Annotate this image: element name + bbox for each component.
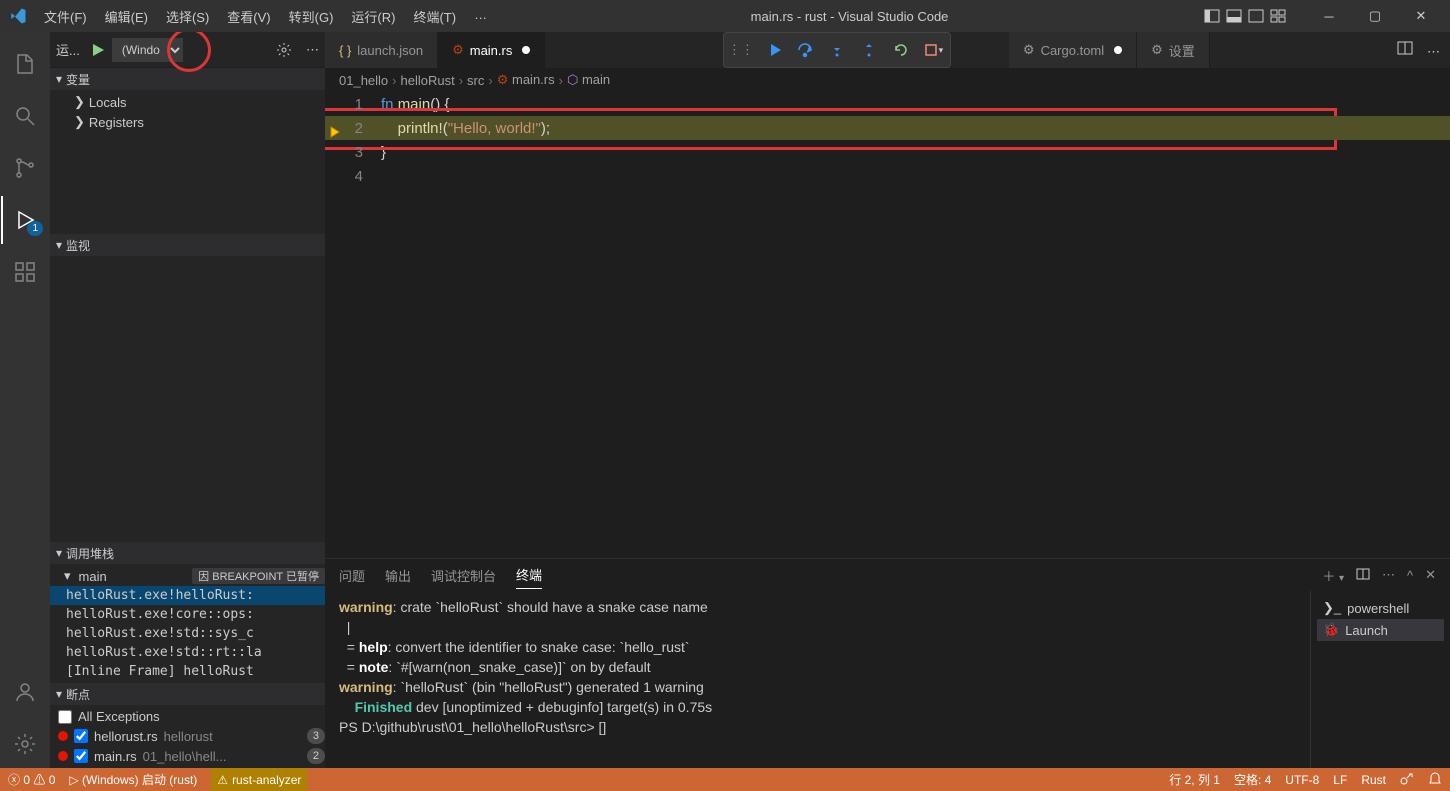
indent-status[interactable]: 空格: 4 (1234, 771, 1271, 788)
menu-item[interactable]: 编辑(E) (97, 3, 156, 30)
menu-item[interactable]: 选择(S) (158, 3, 217, 30)
pause-reason: 因 BREAKPOINT 已暂停 (192, 568, 325, 584)
cursor-position[interactable]: 行 2, 列 1 (1169, 771, 1220, 788)
split-terminal-icon[interactable] (1356, 567, 1370, 584)
menu-item[interactable]: … (466, 3, 495, 30)
breakpoint-item[interactable]: main.rs01_hello\hell...2 (50, 746, 325, 766)
editor-group: { }launch.json⚙main.rs ⋮⋮ ▾ ⚙Cargo.toml⚙… (325, 32, 1450, 768)
terminal-list: ❯_powershell🐞Launch (1310, 591, 1450, 768)
start-debug-button[interactable] (90, 42, 106, 58)
thread-item[interactable]: ▾ main 因 BREAKPOINT 已暂停 (50, 566, 325, 586)
restart-button[interactable] (888, 37, 914, 63)
source-control-icon[interactable] (1, 144, 49, 192)
extensions-icon[interactable] (1, 248, 49, 296)
editor-tab[interactable]: ⚙Cargo.toml (1009, 32, 1137, 68)
menu-item[interactable]: 终端(T) (405, 3, 464, 30)
menu-item[interactable]: 文件(F) (36, 3, 95, 30)
status-bar: ⓧ 0 ⚠ 0 ▷ (Windows) 启动 (rust) ⚠ rust-ana… (0, 768, 1450, 791)
watch-section[interactable]: ▾ 监视 (50, 234, 325, 256)
variables-section[interactable]: ▾ 变量 (50, 68, 325, 90)
drag-handle-icon[interactable]: ⋮⋮ (728, 42, 754, 58)
feedback-icon[interactable] (1400, 771, 1414, 788)
step-over-button[interactable] (792, 37, 818, 63)
window-title: main.rs - rust - Visual Studio Code (495, 9, 1204, 24)
activity-bar: 1 (0, 32, 50, 768)
layout-icon[interactable] (1270, 8, 1286, 24)
settings-icon[interactable] (1, 720, 49, 768)
menu-item[interactable]: 运行(R) (343, 3, 403, 30)
registers-item[interactable]: ❯ Registers (50, 112, 325, 132)
panel-left-icon[interactable] (1204, 8, 1220, 24)
debug-config-toolbar: 运... (Windo ⋯ (50, 32, 325, 68)
vscode-logo (0, 7, 36, 25)
continue-button[interactable] (760, 37, 786, 63)
editor-tab[interactable]: ⚙设置 (1137, 32, 1210, 68)
step-out-button[interactable] (856, 37, 882, 63)
debug-sidebar: 运... (Windo ⋯ ▾ 变量 ❯ Locals ❯ Registers … (50, 32, 325, 768)
gear-icon[interactable] (276, 42, 292, 58)
minimize-button[interactable]: ─ (1306, 1, 1352, 31)
close-button[interactable]: ✕ (1398, 1, 1444, 31)
menu-item[interactable]: 查看(V) (219, 3, 278, 30)
panel-tab[interactable]: 调试控制台 (431, 562, 496, 589)
panel-tab[interactable]: 终端 (516, 561, 542, 589)
layout-controls (1204, 8, 1286, 24)
debug-float-toolbar: ⋮⋮ ▾ (723, 32, 951, 68)
stack-frame[interactable]: helloRust.exe!helloRust: (50, 586, 325, 605)
errors-status[interactable]: ⓧ 0 ⚠ 0 (8, 771, 55, 788)
stop-button[interactable]: ▾ (920, 37, 946, 63)
more-icon[interactable]: ⋯ (306, 42, 319, 58)
debug-icon[interactable]: 1 (1, 196, 49, 244)
stack-frame[interactable]: helloRust.exe!std::rt::la (50, 643, 325, 662)
breakpoint-item[interactable]: hellorust.rshellorust3 (50, 726, 325, 746)
terminal-instance[interactable]: ❯_powershell (1317, 597, 1444, 619)
stack-frame[interactable]: helloRust.exe!core::ops: (50, 605, 325, 624)
stack-frame[interactable]: helloRust.exe!std::sys_c (50, 624, 325, 643)
panel-bottom-icon[interactable] (1226, 8, 1242, 24)
maximize-panel-icon[interactable]: ^ (1407, 568, 1413, 583)
language-status[interactable]: Rust (1361, 773, 1386, 787)
panel-right-icon[interactable] (1248, 8, 1264, 24)
menu-bar: 文件(F)编辑(E)选择(S)查看(V)转到(G)运行(R)终端(T)… (36, 3, 495, 30)
all-exceptions[interactable]: All Exceptions (50, 707, 325, 726)
breakpoints-section[interactable]: ▾ 断点 (50, 683, 325, 705)
terminal[interactable]: warning: crate `helloRust` should have a… (325, 591, 1310, 768)
panel-tab[interactable]: 问题 (339, 562, 365, 589)
explorer-icon[interactable] (1, 40, 49, 88)
debug-status[interactable]: ▷ (Windows) 启动 (rust) (69, 771, 197, 788)
bell-icon[interactable] (1428, 771, 1442, 788)
split-editor-icon[interactable]: ⋯ (1387, 40, 1450, 60)
editor[interactable]: 1fn main() {2 println!("Hello, world!");… (325, 92, 1450, 558)
panel-tab[interactable]: 输出 (385, 562, 411, 589)
eol-status[interactable]: LF (1333, 773, 1347, 787)
breadcrumb[interactable]: 01_hello›helloRust›src›⚙ main.rs›⬡ main (325, 68, 1450, 92)
close-panel-icon[interactable]: ✕ (1425, 567, 1436, 583)
title-bar: 文件(F)编辑(E)选择(S)查看(V)转到(G)运行(R)终端(T)… mai… (0, 0, 1450, 32)
maximize-button[interactable]: ▢ (1352, 1, 1398, 31)
editor-tab[interactable]: { }launch.json (325, 32, 438, 68)
encoding-status[interactable]: UTF-8 (1285, 773, 1319, 787)
panel-tabs: 问题输出调试控制台终端 ＋ ▾ ⋯ ^ ✕ (325, 559, 1450, 591)
step-into-button[interactable] (824, 37, 850, 63)
menu-item[interactable]: 转到(G) (281, 3, 342, 30)
panel: 问题输出调试控制台终端 ＋ ▾ ⋯ ^ ✕ warning: crate `he… (325, 558, 1450, 768)
stack-frame[interactable]: [Inline Frame] helloRust (50, 662, 325, 681)
debug-badge: 1 (27, 221, 43, 236)
config-select[interactable]: (Windo (112, 38, 183, 62)
editor-tab[interactable]: ⚙main.rs (438, 32, 545, 68)
account-icon[interactable] (1, 668, 49, 716)
editor-tabs: { }launch.json⚙main.rs ⋮⋮ ▾ ⚙Cargo.toml⚙… (325, 32, 1450, 68)
search-icon[interactable] (1, 92, 49, 140)
new-terminal-button[interactable]: ＋ ▾ (1322, 566, 1344, 585)
terminal-instance[interactable]: 🐞Launch (1317, 619, 1444, 641)
callstack-section[interactable]: ▾ 调用堆栈 (50, 542, 325, 564)
locals-item[interactable]: ❯ Locals (50, 92, 325, 112)
more-panel-icon[interactable]: ⋯ (1382, 567, 1395, 583)
run-label: 运... (56, 40, 80, 59)
analyzer-status[interactable]: ⚠ rust-analyzer (211, 768, 307, 791)
